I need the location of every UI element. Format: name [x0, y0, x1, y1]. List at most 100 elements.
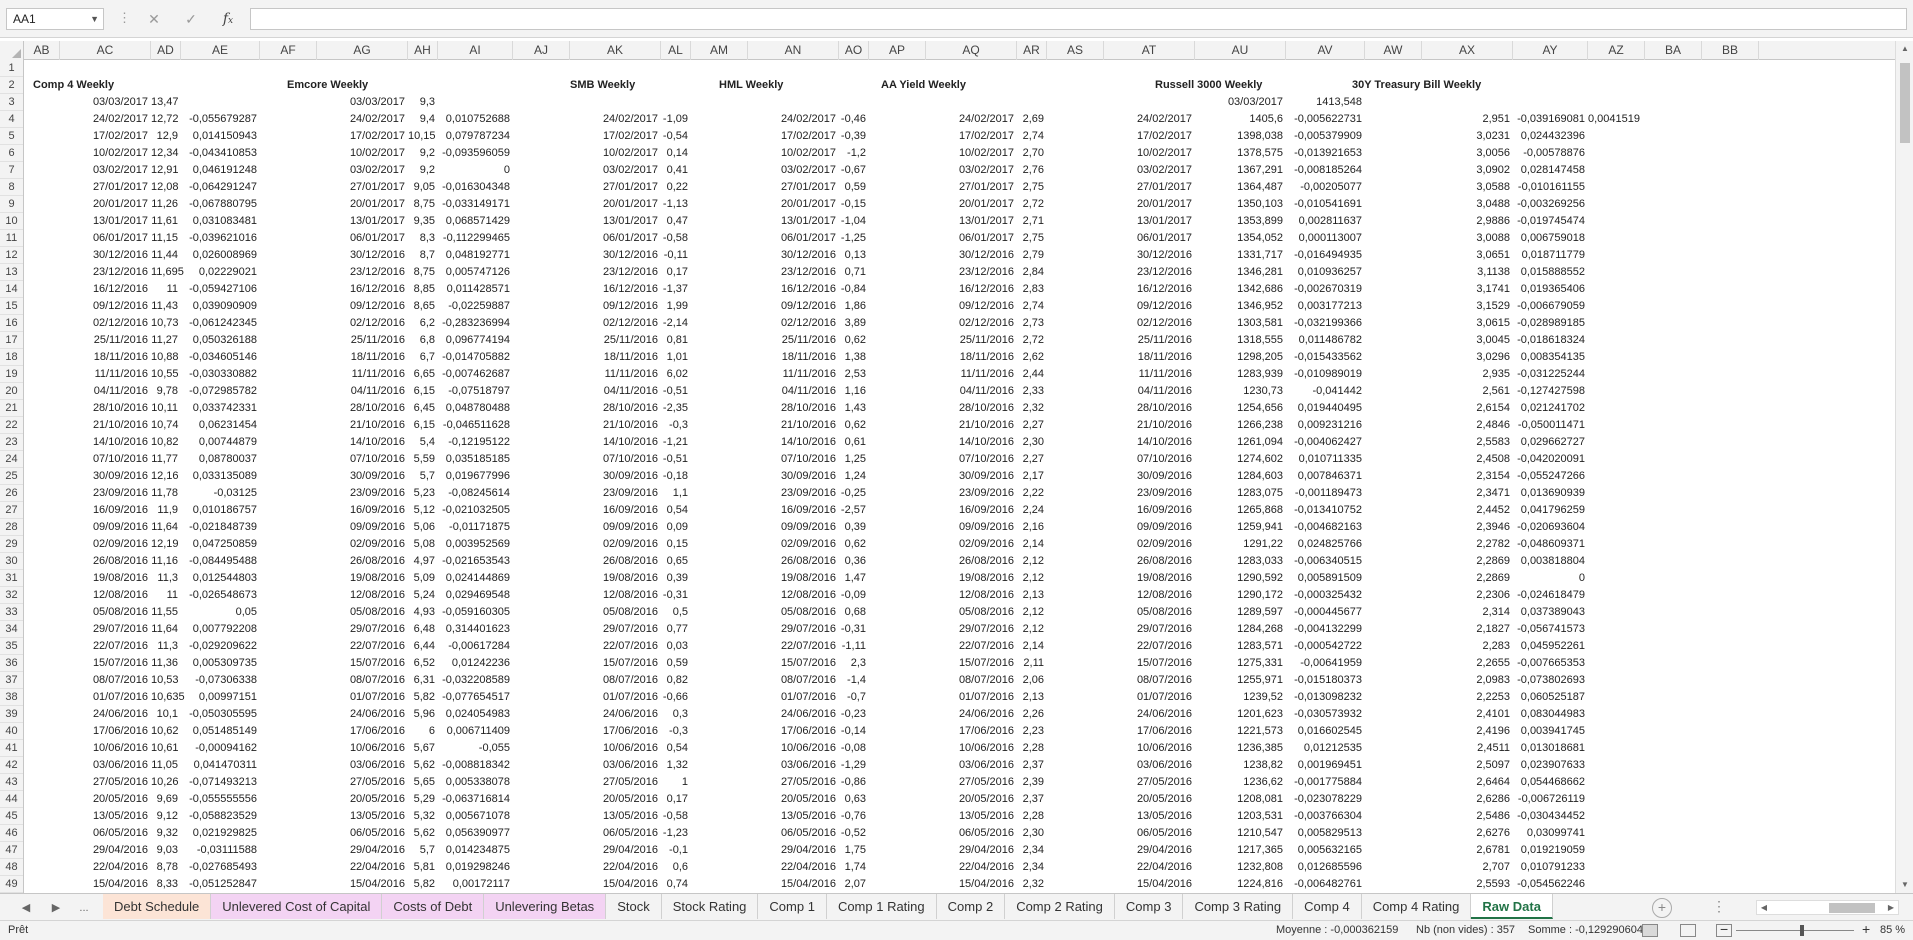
cell[interactable]: 24/06/2016 [60, 706, 148, 723]
cell[interactable]: 1 [661, 774, 688, 791]
cell[interactable]: 2,53 [839, 366, 866, 383]
cell[interactable]: 27/05/2016 [60, 774, 148, 791]
cell[interactable]: -0,18 [661, 468, 688, 485]
enter-check-icon[interactable]: ✓ [177, 8, 205, 30]
cell[interactable]: -0,008185264 [1286, 162, 1362, 179]
sheet-tab-comp-2[interactable]: Comp 2 [937, 894, 1006, 919]
cell[interactable]: -0,058823529 [181, 808, 257, 825]
cell[interactable]: 09/12/2016 [1104, 298, 1192, 315]
cell[interactable] [839, 94, 866, 111]
cell[interactable]: 03/02/2017 [570, 162, 658, 179]
row-header[interactable]: 13 [0, 264, 23, 281]
cell[interactable]: -0,054562246 [1513, 876, 1585, 893]
cell[interactable]: 28/10/2016 [60, 400, 148, 417]
cell[interactable] [926, 94, 1014, 111]
cell[interactable]: 0,068571429 [438, 213, 510, 230]
cell[interactable]: 15/04/2016 [570, 876, 658, 893]
cell[interactable]: 26/08/2016 [60, 553, 148, 570]
cell[interactable]: 16/12/2016 [1104, 281, 1192, 298]
cell[interactable]: 1342,686 [1195, 281, 1283, 298]
cell[interactable]: 11,3 [151, 638, 178, 655]
zoom-level[interactable]: 85 % [1880, 921, 1905, 940]
cell[interactable]: 17/06/2016 [570, 723, 658, 740]
cell[interactable]: 11/11/2016 [926, 366, 1014, 383]
cell[interactable]: 19/08/2016 [748, 570, 836, 587]
cell[interactable]: 17/06/2016 [60, 723, 148, 740]
cell[interactable]: 10/02/2017 [1104, 145, 1192, 162]
cell[interactable]: 2,74 [1017, 128, 1044, 145]
cell[interactable]: 19/08/2016 [1104, 570, 1192, 587]
zoom-out-icon[interactable]: − [1720, 920, 1728, 939]
cell[interactable]: 30/12/2016 [748, 247, 836, 264]
cell[interactable]: 6,15 [408, 417, 435, 434]
cell[interactable]: 2,84 [1017, 264, 1044, 281]
cell[interactable]: 15/04/2016 [748, 876, 836, 893]
cell[interactable]: 29/07/2016 [317, 621, 405, 638]
row-header[interactable]: 37 [0, 672, 23, 689]
cell[interactable]: 1291,22 [1195, 536, 1283, 553]
cell[interactable]: 13,47 [151, 94, 179, 111]
cell[interactable]: -0,032199366 [1286, 315, 1362, 332]
cell[interactable]: 1367,291 [1195, 162, 1283, 179]
cell[interactable]: 5,81 [408, 859, 435, 876]
cell[interactable]: 2,32 [1017, 876, 1044, 893]
row-header[interactable]: 33 [0, 604, 23, 621]
cell[interactable]: -0,050305595 [181, 706, 257, 723]
cell[interactable]: 05/08/2016 [748, 604, 836, 621]
cell[interactable]: 05/08/2016 [317, 604, 405, 621]
cell[interactable]: 07/10/2016 [60, 451, 148, 468]
cell[interactable]: 11,78 [151, 485, 178, 502]
cell[interactable]: 29/04/2016 [1104, 842, 1192, 859]
cell[interactable]: 1354,052 [1195, 230, 1283, 247]
cell[interactable]: 28/10/2016 [1104, 400, 1192, 417]
cell[interactable]: -0,23 [839, 706, 866, 723]
cell[interactable]: -0,033149171 [438, 196, 510, 213]
cell[interactable]: 0,71 [839, 264, 866, 281]
cell[interactable]: 15/04/2016 [1104, 876, 1192, 893]
cell[interactable]: -0,029209622 [181, 638, 257, 655]
cell[interactable]: 1221,573 [1195, 723, 1283, 740]
cell[interactable]: -0,002670319 [1286, 281, 1362, 298]
cell[interactable]: 2,3 [839, 655, 866, 672]
cell[interactable]: 05/08/2016 [1104, 604, 1192, 621]
cell[interactable]: 0,6 [661, 859, 688, 876]
cell[interactable]: 8,78 [151, 859, 178, 876]
cell[interactable]: 11,36 [151, 655, 178, 672]
cell[interactable]: 07/10/2016 [1104, 451, 1192, 468]
cell[interactable]: 10,61 [151, 740, 179, 757]
cell[interactable]: 0,018711779 [1513, 247, 1585, 264]
cell[interactable]: 17/06/2016 [317, 723, 405, 740]
cell[interactable]: 1217,365 [1195, 842, 1283, 859]
cell[interactable]: -1,37 [661, 281, 688, 298]
cell[interactable]: -1,25 [839, 230, 866, 247]
cell[interactable]: 10,53 [151, 672, 179, 689]
cell[interactable]: 2,70 [1017, 145, 1044, 162]
cell[interactable]: -0,067880795 [181, 196, 257, 213]
cell[interactable]: 0,013690939 [1513, 485, 1585, 502]
cell[interactable]: 29/04/2016 [317, 842, 405, 859]
cell[interactable]: 06/05/2016 [60, 825, 148, 842]
cell[interactable]: -0,006726119 [1513, 791, 1585, 808]
cell[interactable]: 2,4101 [1422, 706, 1510, 723]
cell[interactable]: 01/07/2016 [1104, 689, 1192, 706]
cell[interactable]: 23/12/2016 [1104, 264, 1192, 281]
cell[interactable]: 5,59 [408, 451, 435, 468]
cell[interactable]: 03/02/2017 [60, 162, 148, 179]
cell[interactable]: -0,005379909 [1286, 128, 1362, 145]
cell[interactable]: 0,024432396 [1513, 128, 1585, 145]
cell[interactable]: 2,17 [1017, 468, 1044, 485]
cell[interactable]: 09/09/2016 [748, 519, 836, 536]
cell[interactable]: -1,2 [839, 145, 866, 162]
cell[interactable]: 1,99 [661, 298, 688, 315]
cell[interactable]: 0,003941745 [1513, 723, 1585, 740]
cell[interactable]: 23/09/2016 [748, 485, 836, 502]
cell[interactable]: 18/11/2016 [1104, 349, 1192, 366]
cell[interactable]: 1283,033 [1195, 553, 1283, 570]
column-header-ae[interactable]: AE [181, 41, 260, 60]
cell[interactable]: 6,7 [408, 349, 435, 366]
cell[interactable]: 26/08/2016 [570, 553, 658, 570]
cell[interactable]: -0,08 [839, 740, 866, 757]
cell[interactable]: 22/04/2016 [1104, 859, 1192, 876]
cell[interactable]: 1413,548 [1286, 94, 1362, 111]
cell[interactable]: 23/09/2016 [317, 485, 405, 502]
